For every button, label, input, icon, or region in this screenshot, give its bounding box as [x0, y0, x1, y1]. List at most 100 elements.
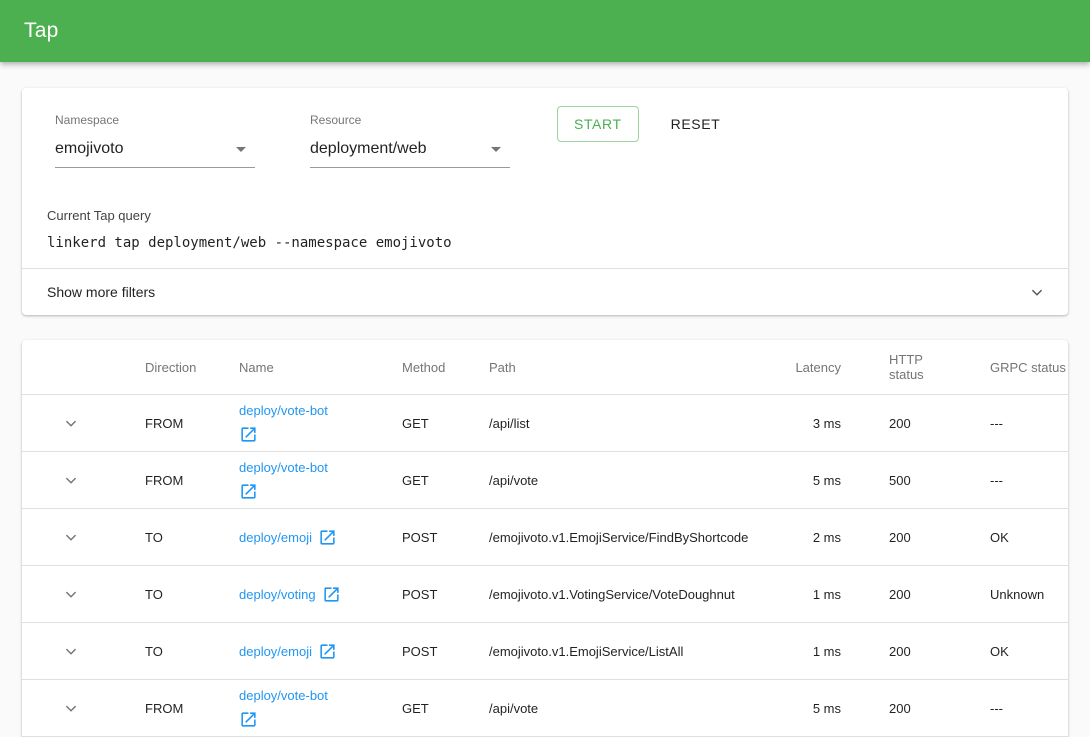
namespace-value: emojivoto	[55, 140, 123, 158]
current-tap-query: Current Tap query linkerd tap deployment…	[47, 208, 1044, 251]
open-in-new-icon[interactable]	[318, 642, 337, 661]
latency-cell: 2 ms	[761, 530, 841, 545]
name-cell: deploy/vote-bot	[239, 402, 402, 444]
open-in-new-icon[interactable]	[318, 528, 337, 547]
direction-cell: TO	[120, 530, 239, 545]
tap-results-card: DirectionNameMethodPathLatency HTTP statu…	[22, 340, 1068, 737]
path-cell: /api/vote	[489, 473, 761, 488]
table-row: TOdeploy/emoji POST/emojivoto.v1.EmojiSer…	[22, 509, 1068, 566]
col-header-latency: Latency	[761, 360, 841, 375]
col-header-name: Name	[239, 360, 402, 375]
expand-row-button[interactable]	[57, 523, 85, 551]
show-more-filters-label: Show more filters	[47, 284, 155, 300]
http-status-cell: 200	[889, 587, 949, 602]
grpc-status-cell: OK	[990, 644, 1068, 659]
resource-link[interactable]: deploy/vote-bot	[239, 402, 328, 444]
method-cell: POST	[402, 530, 489, 545]
grpc-status-cell: ---	[990, 416, 1068, 431]
http-status-cell: 200	[889, 644, 949, 659]
latency-cell: 3 ms	[761, 416, 841, 431]
latency-cell: 5 ms	[761, 473, 841, 488]
col-header-path: Path	[489, 360, 761, 375]
start-button[interactable]: START	[557, 106, 639, 142]
chevron-down-icon	[1026, 281, 1048, 303]
reset-button[interactable]: RESET	[655, 106, 737, 142]
col-header-http-status: HTTP status	[889, 352, 949, 382]
chevron-down-icon	[60, 412, 82, 434]
table-header-row: DirectionNameMethodPathLatency HTTP statu…	[22, 340, 1068, 395]
expand-row-button[interactable]	[57, 466, 85, 494]
name-cell: deploy/vote-bot	[239, 459, 402, 501]
chevron-down-icon	[60, 640, 82, 662]
chevron-down-icon	[60, 697, 82, 719]
direction-cell: FROM	[120, 473, 239, 488]
latency-cell: 5 ms	[761, 701, 841, 716]
resource-value: deployment/web	[310, 140, 427, 158]
open-in-new-icon[interactable]	[322, 585, 341, 604]
resource-label: Resource	[310, 113, 510, 127]
chevron-down-icon	[60, 583, 82, 605]
app-bar: Tap	[0, 0, 1090, 62]
table-row: FROMdeploy/vote-bot GET/api/list3 ms 200 --…	[22, 395, 1068, 452]
arrow-drop-down-icon	[484, 137, 508, 161]
path-cell: /emojivoto.v1.EmojiService/FindByShortco…	[489, 530, 761, 545]
query-label: Current Tap query	[47, 208, 1044, 223]
latency-cell: 1 ms	[761, 644, 841, 659]
show-more-filters[interactable]: Show more filters	[22, 269, 1068, 315]
query-command: linkerd tap deployment/web --namespace e…	[47, 235, 1044, 251]
path-cell: /api/list	[489, 416, 761, 431]
resource-link[interactable]: deploy/vote-bot	[239, 687, 328, 729]
tap-query-card: Namespace emojivoto Resource deployment/…	[22, 88, 1068, 315]
direction-cell: TO	[120, 587, 239, 602]
open-in-new-icon[interactable]	[239, 710, 258, 729]
resource-link[interactable]: deploy/voting	[239, 585, 341, 604]
grpc-status-cell: OK	[990, 530, 1068, 545]
resource-link[interactable]: deploy/emoji	[239, 528, 337, 547]
table-row: TOdeploy/emoji POST/emojivoto.v1.EmojiSer…	[22, 623, 1068, 680]
col-header-direction: Direction	[120, 360, 239, 375]
open-in-new-icon[interactable]	[239, 425, 258, 444]
direction-cell: TO	[120, 644, 239, 659]
tap-query-form: Namespace emojivoto Resource deployment/…	[22, 88, 1068, 168]
col-header-grpc-status: GRPC status	[990, 360, 1068, 375]
http-status-cell: 200	[889, 530, 949, 545]
name-cell: deploy/emoji	[239, 528, 402, 547]
http-status-cell: 200	[889, 701, 949, 716]
method-cell: POST	[402, 587, 489, 602]
table-row: FROMdeploy/vote-bot GET/api/vote5 ms 200 --…	[22, 680, 1068, 737]
method-cell: POST	[402, 644, 489, 659]
resource-link[interactable]: deploy/vote-bot	[239, 459, 328, 501]
page-title: Tap	[24, 19, 58, 43]
expand-row-button[interactable]	[57, 409, 85, 437]
latency-cell: 1 ms	[761, 587, 841, 602]
expand-row-button[interactable]	[57, 694, 85, 722]
method-cell: GET	[402, 416, 489, 431]
name-cell: deploy/emoji	[239, 642, 402, 661]
resource-select[interactable]: Resource deployment/web	[310, 113, 510, 168]
path-cell: /emojivoto.v1.VotingService/VoteDoughnut	[489, 587, 761, 602]
http-status-cell: 500	[889, 473, 949, 488]
resource-link[interactable]: deploy/emoji	[239, 642, 337, 661]
col-header-method: Method	[402, 360, 489, 375]
expand-row-button[interactable]	[57, 637, 85, 665]
direction-cell: FROM	[120, 701, 239, 716]
namespace-select[interactable]: Namespace emojivoto	[55, 113, 255, 168]
expand-row-button[interactable]	[57, 580, 85, 608]
method-cell: GET	[402, 473, 489, 488]
table-body: FROMdeploy/vote-botGET/api/list3 ms200--…	[22, 395, 1068, 737]
grpc-status-cell: Unknown	[990, 587, 1068, 602]
table-row: FROMdeploy/vote-bot GET/api/vote5 ms 500 --…	[22, 452, 1068, 509]
chevron-down-icon	[60, 469, 82, 491]
http-status-cell: 200	[889, 416, 949, 431]
namespace-label: Namespace	[55, 113, 255, 127]
method-cell: GET	[402, 701, 489, 716]
name-cell: deploy/voting	[239, 585, 402, 604]
direction-cell: FROM	[120, 416, 239, 431]
chevron-down-icon	[60, 526, 82, 548]
table-row: TOdeploy/voting POST/emojivoto.v1.VotingS…	[22, 566, 1068, 623]
grpc-status-cell: ---	[990, 473, 1068, 488]
grpc-status-cell: ---	[990, 701, 1068, 716]
path-cell: /emojivoto.v1.EmojiService/ListAll	[489, 644, 761, 659]
path-cell: /api/vote	[489, 701, 761, 716]
open-in-new-icon[interactable]	[239, 482, 258, 501]
